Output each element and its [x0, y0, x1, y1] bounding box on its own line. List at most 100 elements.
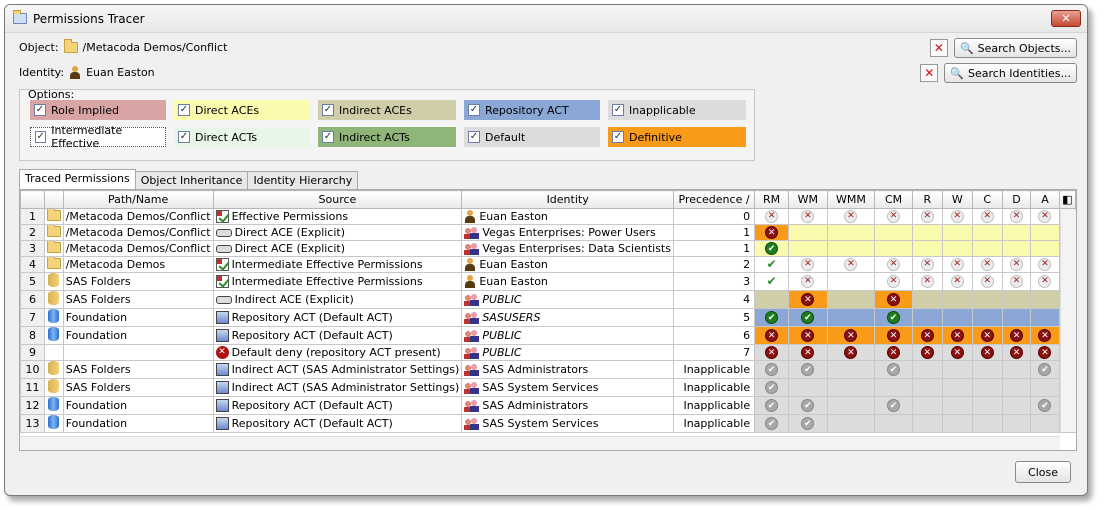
perm-header-r[interactable]: R — [911, 190, 943, 209]
table-row[interactable]: 2/Metacoda Demos/Conflict Direct ACE (Exp… — [19, 224, 1077, 241]
source-cell: Indirect ACT (SAS Administrator Settings… — [212, 378, 463, 397]
perm-cell-r — [911, 414, 943, 433]
table-row[interactable]: 6 SAS Folders Indirect ACE (Explicit) PUBLI… — [19, 290, 1077, 309]
tab-identity-hierarchy[interactable]: Identity Hierarchy — [247, 171, 359, 189]
table-row[interactable]: 5 SAS Folders Intermediate Effective Permi… — [19, 272, 1077, 291]
perm-cell-rm: ✔ — [754, 240, 790, 257]
inapplicable-grant-icon: ✔ — [1038, 363, 1052, 377]
perm-cell-c — [971, 378, 1003, 397]
source-cell: Indirect ACT (SAS Administrator Settings… — [212, 360, 463, 379]
column-chooser-icon[interactable]: ◧ — [1058, 190, 1077, 209]
identity-cell: SAS System Services — [461, 414, 674, 433]
search-objects-button[interactable]: 🔍 Search Objects... — [953, 38, 1077, 58]
option-checkbox[interactable]: ✓ — [178, 131, 190, 143]
table-row[interactable]: 8 Foundation Repository ACT (Default ACT) P… — [19, 326, 1077, 345]
option-checkbox[interactable]: ✓ — [34, 104, 46, 116]
option-direct-aces[interactable]: ✓ Direct ACEs — [174, 100, 310, 120]
perm-cell-a — [1030, 240, 1060, 257]
table-row[interactable]: 9 ✕ Default deny (repository ACT present) P… — [19, 344, 1077, 361]
perm-header-d[interactable]: D — [1001, 190, 1032, 209]
perm-header-a[interactable]: A — [1030, 190, 1060, 209]
option-checkbox[interactable]: ✓ — [612, 131, 624, 143]
perm-cell-r: ✕ — [911, 256, 943, 273]
perm-cell-rm: ✔ — [754, 378, 790, 397]
table-row[interactable]: 11 SAS Folders Indirect ACT (SAS Administr… — [19, 378, 1077, 397]
option-indirect-aces[interactable]: ✓ Indirect ACEs — [318, 100, 456, 120]
tab-traced-permissions[interactable]: Traced Permissions — [19, 169, 136, 189]
option-role-implied[interactable]: ✓ Role Implied — [30, 100, 166, 120]
perm-header-w[interactable]: W — [941, 190, 973, 209]
option-default[interactable]: ✓ Default — [464, 127, 600, 147]
perm-cell-w — [941, 224, 973, 241]
type-cell — [44, 208, 64, 225]
table-row[interactable]: 13 Foundation Repository ACT (Default ACT)… — [19, 414, 1077, 433]
perm-cell-r — [911, 360, 943, 379]
option-repository-act[interactable]: ✓ Repository ACT — [464, 100, 600, 120]
effective-permissions-icon — [215, 275, 229, 288]
identity-cell: SAS System Services — [461, 378, 674, 397]
tab-object-inheritance[interactable]: Object Inheritance — [134, 171, 249, 189]
deny-icon: ✕ — [765, 346, 779, 360]
option-direct-acts[interactable]: ✓ Direct ACTs — [174, 127, 310, 147]
option-checkbox[interactable]: ✓ — [35, 131, 47, 143]
inapplicable-grant-icon: ✔ — [801, 363, 815, 377]
path-header[interactable]: Path/Name — [62, 190, 214, 209]
row-number: 2 — [19, 224, 46, 241]
folder-icon — [46, 225, 61, 237]
perm-header-wm[interactable]: WM — [788, 190, 828, 209]
precedence-header[interactable]: Precedence ∕ — [672, 190, 756, 209]
deny-mark-icon: ✕ — [950, 210, 964, 224]
option-inapplicable[interactable]: ✓ Inapplicable — [608, 100, 746, 120]
option-indirect-acts[interactable]: ✓ Indirect ACTs — [318, 127, 456, 147]
source-label: Intermediate Effective Permissions — [231, 275, 423, 288]
type-header[interactable] — [44, 190, 64, 209]
table-row[interactable]: 7 Foundation Repository ACT (Default ACT) S… — [19, 308, 1077, 327]
ace-icon — [215, 228, 232, 237]
horizontal-scrollbar[interactable] — [20, 436, 1060, 450]
perm-header-c[interactable]: C — [971, 190, 1003, 209]
perm-header-wmm[interactable]: WMM — [826, 190, 876, 209]
source-cell: Repository ACT (Default ACT) — [212, 396, 463, 415]
option-intermediate-effective[interactable]: ✓ Intermediate Effective — [30, 124, 166, 150]
type-cell — [44, 360, 64, 379]
precedence-cell: 3 — [672, 272, 756, 291]
perm-cell-wmm: ✕ — [826, 256, 876, 273]
permissions-tracer-window: Permissions Tracer ✕ Object: /Metacoda D… — [4, 4, 1088, 496]
option-checkbox[interactable]: ✓ — [612, 104, 624, 116]
deny-mark-icon: ✕ — [1009, 275, 1023, 289]
option-checkbox[interactable]: ✓ — [468, 131, 480, 143]
option-checkbox[interactable]: ✓ — [178, 104, 190, 116]
option-checkbox[interactable]: ✓ — [322, 131, 334, 143]
identity-cell: SAS Administrators — [461, 360, 674, 379]
table-row[interactable]: 3/Metacoda Demos/Conflict Direct ACE (Exp… — [19, 240, 1077, 257]
perm-cell-wm: ✕ — [788, 344, 828, 361]
identity-header[interactable]: Identity — [461, 190, 674, 209]
source-header[interactable]: Source — [212, 190, 463, 209]
vertical-scrollbar[interactable] — [1060, 210, 1076, 432]
option-checkbox[interactable]: ✓ — [468, 104, 480, 116]
close-label: Close — [1028, 465, 1058, 479]
option-checkbox[interactable]: ✓ — [322, 104, 334, 116]
precedence-cell: Inapplicable — [672, 378, 756, 397]
option-definitive[interactable]: ✓ Definitive — [608, 127, 746, 147]
path-cell: SAS Folders — [62, 378, 214, 397]
perm-cell-c: ✕ — [971, 256, 1003, 273]
table-row[interactable]: 4/Metacoda Demos Intermediate Effective P… — [19, 256, 1077, 273]
window-close-button[interactable]: ✕ — [1051, 10, 1081, 27]
clear-identity-button[interactable]: ✕ — [920, 64, 939, 82]
deny-mark-icon: ✕ — [801, 210, 815, 224]
deny-icon: ✕ — [765, 329, 779, 343]
table-row[interactable]: 12 Foundation Repository ACT (Default ACT)… — [19, 396, 1077, 415]
perm-header-rm[interactable]: RM — [754, 190, 790, 209]
search-identities-button[interactable]: 🔍 Search Identities... — [944, 63, 1077, 83]
table-row[interactable]: 1/Metacoda Demos/Conflict Effective Permi… — [19, 208, 1077, 225]
perm-header-cm[interactable]: CM — [874, 190, 913, 209]
perm-cell-d — [1001, 308, 1032, 327]
clear-object-button[interactable]: ✕ — [929, 39, 948, 57]
group-icon — [464, 293, 480, 306]
perm-cell-d — [1001, 224, 1032, 241]
act-icon — [215, 399, 229, 412]
close-button[interactable]: Close — [1015, 461, 1071, 483]
table-row[interactable]: 10 SAS Folders Indirect ACT (SAS Administr… — [19, 360, 1077, 379]
perm-cell-cm: ✕ — [874, 344, 913, 361]
